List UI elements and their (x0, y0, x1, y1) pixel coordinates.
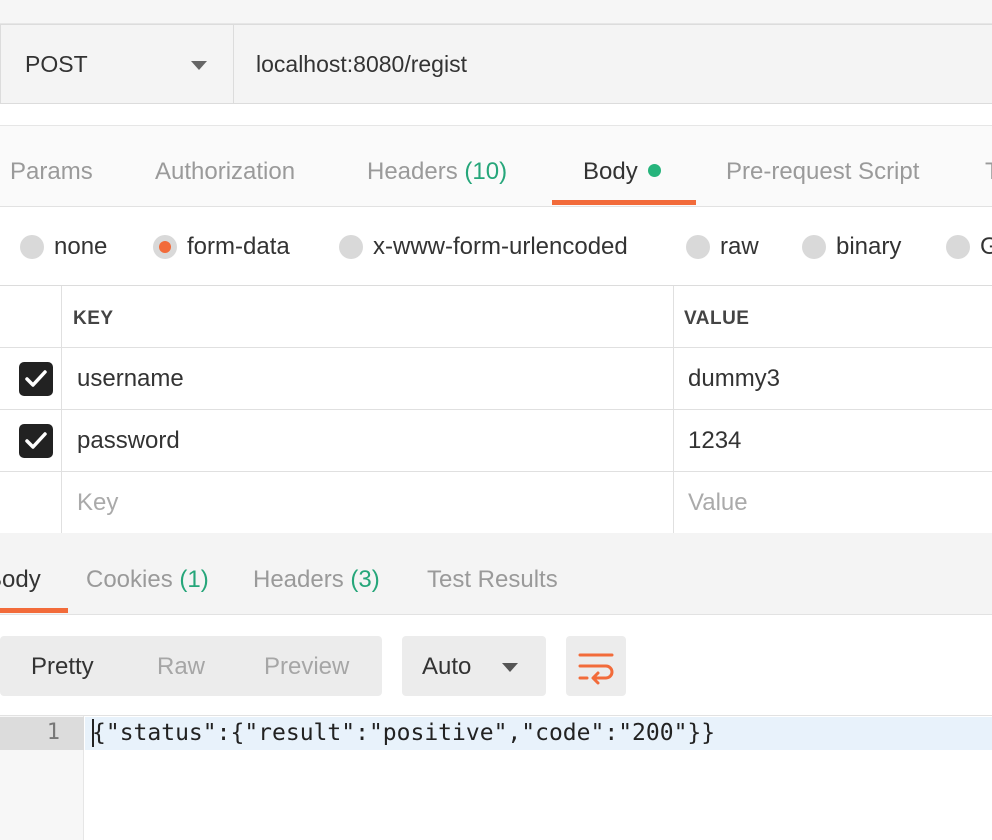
value-cell[interactable]: dummy3 (688, 365, 780, 393)
response-tab-headers[interactable]: Headers (3) (253, 533, 380, 615)
row-checkbox[interactable] (19, 362, 53, 396)
format-select-label: Auto (422, 653, 472, 680)
method-select[interactable]: POST (0, 25, 234, 103)
wrap-lines-icon (578, 653, 614, 685)
tab-headers[interactable]: Headers (10) (367, 126, 507, 208)
tab-pre-request-script[interactable]: Pre-request Script (726, 126, 919, 208)
response-tab-cookies[interactable]: Cookies (1) (86, 533, 209, 615)
request-bar: POST localhost:8080/regist (0, 24, 992, 104)
radio-form-data[interactable]: form-data (153, 208, 290, 285)
view-mode-switch: Pretty Raw Preview (0, 636, 382, 696)
response-tab-test-results[interactable]: Test Results (427, 533, 558, 615)
table-header-row: KEY VALUE (0, 286, 992, 348)
chevron-down-icon (502, 663, 518, 672)
table-row: username dummy3 (0, 348, 992, 410)
value-input[interactable]: Value (688, 489, 748, 517)
view-pretty-button[interactable]: Pretty (31, 653, 94, 681)
text-cursor (92, 719, 94, 747)
value-column-header: VALUE (684, 308, 750, 329)
radio-binary[interactable]: binary (802, 208, 901, 285)
response-active-tab-indicator (0, 608, 68, 613)
tab-authorization[interactable]: Authorization (155, 126, 295, 208)
table-row-empty: Key Value (0, 472, 992, 534)
checkmark-icon (25, 432, 47, 449)
key-cell[interactable]: password (77, 427, 180, 455)
chevron-down-icon (191, 61, 207, 70)
column-divider (673, 286, 674, 534)
response-headers-count: (3) (350, 566, 380, 593)
radio-icon (686, 234, 710, 259)
checkmark-icon (25, 370, 47, 387)
tab-body[interactable]: Body (583, 126, 661, 208)
body-type-selector: none form-data x-www-form-urlencoded raw… (0, 208, 992, 285)
view-raw-button[interactable]: Raw (157, 653, 205, 681)
radio-icon (802, 234, 826, 259)
status-dot-icon (647, 164, 661, 177)
url-text: localhost:8080/regist (256, 50, 467, 77)
response-json-text: {"status":{"result":"positive","code":"2… (92, 720, 716, 746)
cookies-count: (1) (179, 566, 209, 593)
radio-icon (20, 234, 44, 259)
key-input[interactable]: Key (77, 489, 118, 517)
response-toolbar: Pretty Raw Preview Auto (0, 615, 992, 715)
radio-graphql[interactable]: G (946, 208, 992, 285)
form-data-table: KEY VALUE username dummy3 password 1234 … (0, 285, 992, 534)
radio-raw[interactable]: raw (686, 208, 759, 285)
radio-icon (339, 234, 363, 259)
radio-x-www-form-urlencoded[interactable]: x-www-form-urlencoded (339, 208, 628, 285)
method-label: POST (25, 50, 88, 77)
key-cell[interactable]: username (77, 365, 184, 393)
radio-none[interactable]: none (20, 208, 107, 285)
wrap-lines-button[interactable] (566, 636, 626, 696)
key-column-header: KEY (73, 308, 114, 329)
tab-tests[interactable]: T (985, 126, 992, 208)
response-tab-body[interactable]: Body (0, 533, 41, 615)
response-tabs: Body Cookies (1) Headers (3) Test Result… (0, 533, 992, 615)
row-checkbox[interactable] (19, 424, 53, 458)
active-tab-indicator (552, 200, 696, 205)
value-cell[interactable]: 1234 (688, 427, 741, 455)
line-number: 1 (46, 720, 60, 745)
window-top-strip (0, 0, 992, 24)
radio-icon (946, 234, 970, 259)
view-preview-button[interactable]: Preview (264, 653, 349, 681)
format-select[interactable]: Auto (402, 636, 546, 696)
headers-count: (10) (464, 158, 508, 185)
table-row: password 1234 (0, 410, 992, 472)
tab-params[interactable]: Params (10, 126, 93, 208)
url-input[interactable]: localhost:8080/regist (234, 25, 992, 103)
response-body-editor[interactable]: 1 {"status":{"result":"positive","code":… (0, 715, 992, 840)
column-divider (61, 286, 62, 534)
request-tabs: Params Authorization Headers (10) Body P… (0, 125, 992, 207)
radio-selected-icon (153, 234, 177, 259)
